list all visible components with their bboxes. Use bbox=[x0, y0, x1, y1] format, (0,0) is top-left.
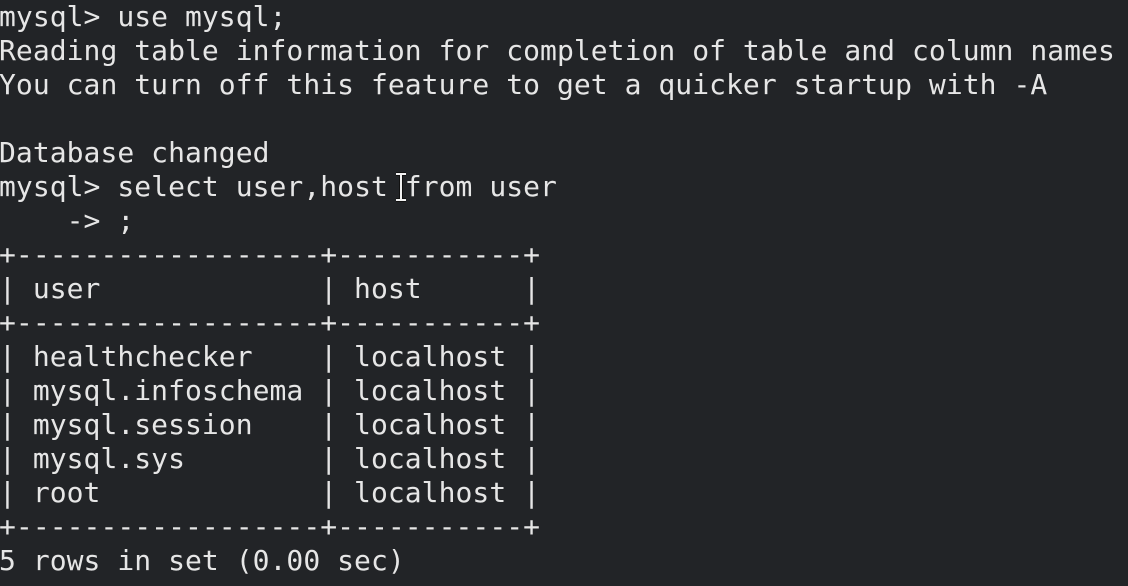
result-table: +------------------+-----------+ | user … bbox=[0, 238, 1128, 544]
result-summary: 5 rows in set (0.00 sec) bbox=[0, 544, 405, 577]
command-text: select user,host from user bbox=[117, 170, 557, 203]
table-row: | mysql.session | localhost | bbox=[0, 408, 541, 441]
table-border-bottom: +------------------+-----------+ bbox=[0, 510, 541, 543]
output-line: Reading table information for completion… bbox=[0, 34, 1115, 67]
command-text: ; bbox=[117, 204, 135, 237]
output-line: Database changed bbox=[0, 136, 270, 169]
mysql-prompt: mysql> bbox=[0, 170, 118, 203]
table-row: | mysql.infoschema | localhost | bbox=[0, 374, 541, 407]
command-line-use: mysql> use mysql; bbox=[0, 0, 1128, 34]
terminal-window[interactable]: mysql> use mysql; Reading table informat… bbox=[0, 0, 1128, 586]
table-border-header: +------------------+-----------+ bbox=[0, 306, 541, 339]
continuation-prompt: -> bbox=[0, 204, 118, 237]
command-line-select: mysql> select user,host from user bbox=[0, 170, 1128, 204]
table-border-top: +------------------+-----------+ bbox=[0, 238, 541, 271]
command-text: use mysql; bbox=[117, 0, 287, 33]
continuation-line: -> ; bbox=[0, 204, 1128, 238]
output-line: You can turn off this feature to get a q… bbox=[0, 68, 1048, 101]
text-cursor-ibeam-icon bbox=[396, 172, 406, 202]
mysql-prompt: mysql> bbox=[0, 0, 118, 33]
table-row: | root | localhost | bbox=[0, 476, 541, 509]
table-row: | healthchecker | localhost | bbox=[0, 340, 541, 373]
table-row: | mysql.sys | localhost | bbox=[0, 442, 541, 475]
table-header: | user | host | bbox=[0, 272, 541, 305]
